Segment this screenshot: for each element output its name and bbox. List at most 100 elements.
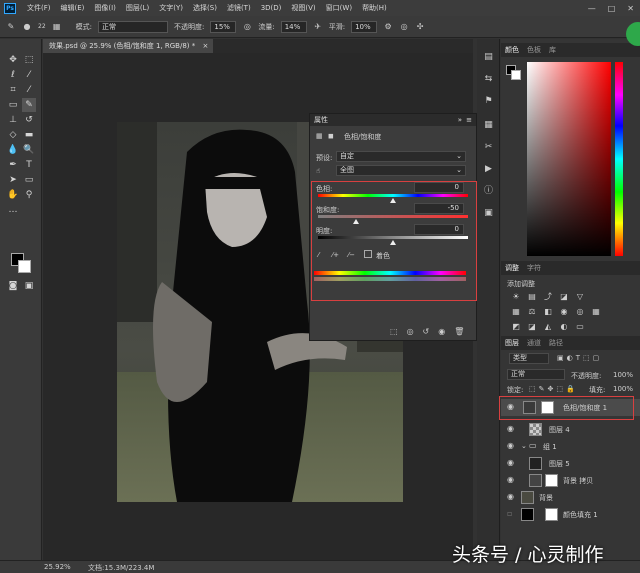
- quick-select-tool-icon[interactable]: ⁄: [22, 68, 36, 82]
- menu-type[interactable]: 文字(Y): [154, 3, 188, 13]
- collapse-panel-icon[interactable]: »: [458, 114, 462, 126]
- minimize-button[interactable]: —: [588, 4, 596, 13]
- smooth-field[interactable]: 10%: [351, 20, 378, 33]
- tab-swatches[interactable]: 色板: [527, 45, 541, 55]
- properties-panel-icon[interactable]: ▦: [482, 119, 495, 132]
- eyedropper-minus-icon[interactable]: ⁄−: [348, 251, 355, 259]
- lasso-tool-icon[interactable]: ℓ: [6, 68, 20, 82]
- color-picker-field[interactable]: [527, 62, 611, 256]
- levels-icon[interactable]: ▤: [527, 292, 537, 301]
- mode-select[interactable]: 正常: [98, 20, 168, 33]
- reset-icon[interactable]: ↺: [423, 327, 430, 336]
- layer-row-bg[interactable]: ◉ 背景: [501, 489, 640, 506]
- hue-slider-track[interactable]: [318, 194, 468, 197]
- rectangle-tool-icon[interactable]: ▭: [22, 173, 36, 187]
- play-icon[interactable]: ▶: [482, 163, 495, 176]
- brush-preset-icon[interactable]: ●: [22, 22, 32, 32]
- gradient-tool-icon[interactable]: ▬: [22, 128, 36, 142]
- tab-color[interactable]: 颜色: [505, 45, 519, 55]
- navigator-icon[interactable]: ▣: [482, 207, 495, 220]
- pen-tool-icon[interactable]: ✒: [6, 158, 20, 172]
- chevron-down-icon[interactable]: ⌄: [521, 442, 527, 450]
- layer-opacity-value[interactable]: 100%: [613, 371, 633, 379]
- background-color-swatch[interactable]: [18, 260, 31, 273]
- channel-mixer-icon[interactable]: ◎: [575, 307, 585, 316]
- pressure-opacity-icon[interactable]: ◎: [242, 22, 252, 32]
- gradient-map-icon[interactable]: ▭: [575, 322, 585, 331]
- saturation-slider-track[interactable]: [318, 215, 468, 218]
- zoom-level[interactable]: 25.92%: [44, 563, 71, 571]
- curves-icon[interactable]: ⤴: [543, 292, 553, 301]
- crop-tool-icon[interactable]: ⌗: [6, 83, 20, 97]
- path-select-tool-icon[interactable]: ➤: [6, 173, 20, 187]
- zoom-tool-icon[interactable]: ⚲: [22, 188, 36, 202]
- exposure-icon[interactable]: ◪: [559, 292, 569, 301]
- layer-row-5[interactable]: ◉ 图层 5: [501, 455, 640, 472]
- eyedropper-icon[interactable]: ⁄: [318, 251, 319, 259]
- eraser-tool-icon[interactable]: ◇: [6, 128, 20, 142]
- channel-select[interactable]: 全图 ⌄: [336, 165, 466, 176]
- menu-filter[interactable]: 滤镜(T): [222, 3, 256, 13]
- blend-mode-select[interactable]: 正常: [507, 369, 565, 380]
- selective-color-icon[interactable]: ◐: [559, 322, 569, 331]
- mask-icon[interactable]: ◼: [328, 132, 334, 140]
- hue-slider-thumb[interactable]: [390, 198, 396, 203]
- view-previous-icon[interactable]: ◎: [407, 327, 414, 336]
- history-brush-tool-icon[interactable]: ↺: [22, 113, 36, 127]
- hue-sat-icon[interactable]: ▦: [511, 307, 521, 316]
- tab-channels[interactable]: 通道: [527, 338, 541, 348]
- tools-preset-icon[interactable]: ✂: [482, 141, 495, 154]
- tab-layers[interactable]: 图层: [505, 338, 519, 348]
- saturation-slider-thumb[interactable]: [352, 219, 359, 224]
- lightness-value-field[interactable]: 0: [414, 224, 464, 235]
- brush-tool-icon[interactable]: ✎: [6, 22, 16, 32]
- delete-icon[interactable]: 🗑: [454, 327, 464, 336]
- menu-layer[interactable]: 图层(L): [121, 3, 154, 13]
- marquee-tool-icon[interactable]: ⬚: [22, 53, 36, 67]
- actions-panel-icon[interactable]: ⚑: [482, 95, 495, 108]
- color-background-swatch[interactable]: [511, 70, 521, 80]
- color-lookup-icon[interactable]: ▦: [591, 307, 601, 316]
- gear-icon[interactable]: ⚙: [383, 22, 393, 32]
- visibility-eye-icon[interactable]: ◉: [507, 441, 514, 450]
- color-hue-strip[interactable]: [615, 62, 623, 256]
- layer-filter-select[interactable]: 类型: [509, 353, 549, 364]
- layer-row-color-fill[interactable]: ▫ 颜色填充 1: [501, 506, 640, 523]
- close-button[interactable]: ✕: [627, 4, 634, 13]
- lightness-slider-thumb[interactable]: [390, 240, 396, 245]
- visibility-hidden-icon[interactable]: ▫: [507, 509, 512, 518]
- opacity-field[interactable]: 15%: [210, 20, 237, 33]
- clone-stamp-tool-icon[interactable]: ⊥: [6, 113, 20, 127]
- visibility-eye-icon[interactable]: ◉: [507, 475, 514, 484]
- adjustments-panel-icon[interactable]: ⇆: [482, 73, 495, 86]
- brush-settings-icon[interactable]: ▦: [52, 22, 62, 32]
- move-tool-icon[interactable]: ✥: [6, 53, 20, 67]
- lightness-slider-track[interactable]: [318, 236, 468, 239]
- dodge-tool-icon[interactable]: 🔍: [22, 143, 36, 157]
- hand-adjust-icon[interactable]: ☝: [316, 167, 320, 175]
- layer-row-group[interactable]: ◉ ⌄ ▭ 组 1: [501, 438, 640, 455]
- layer-row-bg-copy[interactable]: ◉ 背景 拷贝: [501, 472, 640, 489]
- airbrush-icon[interactable]: ✈: [313, 22, 323, 32]
- layer-filter-icons[interactable]: ▣◐T⬚▢: [557, 354, 602, 362]
- more-tools-icon[interactable]: …: [6, 203, 20, 217]
- menu-3d[interactable]: 3D(D): [256, 4, 287, 12]
- fill-value[interactable]: 100%: [613, 385, 633, 393]
- brightness-icon[interactable]: ☀: [511, 292, 521, 301]
- visibility-eye-icon[interactable]: ◉: [507, 492, 514, 501]
- menu-help[interactable]: 帮助(H): [357, 3, 392, 13]
- menu-image[interactable]: 图像(I): [89, 3, 121, 13]
- tab-adjustments[interactable]: 调整: [505, 263, 519, 273]
- panel-menu-icon[interactable]: ≡: [466, 114, 472, 126]
- pressure-size-icon[interactable]: ◎: [399, 22, 409, 32]
- colorize-checkbox[interactable]: [364, 250, 372, 258]
- menu-window[interactable]: 窗口(W): [321, 3, 357, 13]
- menu-select[interactable]: 选择(S): [188, 3, 222, 13]
- posterize-icon[interactable]: ◪: [527, 322, 537, 331]
- menu-view[interactable]: 视图(V): [286, 3, 320, 13]
- flow-field[interactable]: 14%: [280, 20, 307, 33]
- menu-edit[interactable]: 编辑(E): [56, 3, 90, 13]
- visibility-eye-icon[interactable]: ◉: [507, 424, 514, 433]
- photo-filter-icon[interactable]: ◉: [559, 307, 569, 316]
- eyedropper-plus-icon[interactable]: ⁄+: [332, 251, 339, 259]
